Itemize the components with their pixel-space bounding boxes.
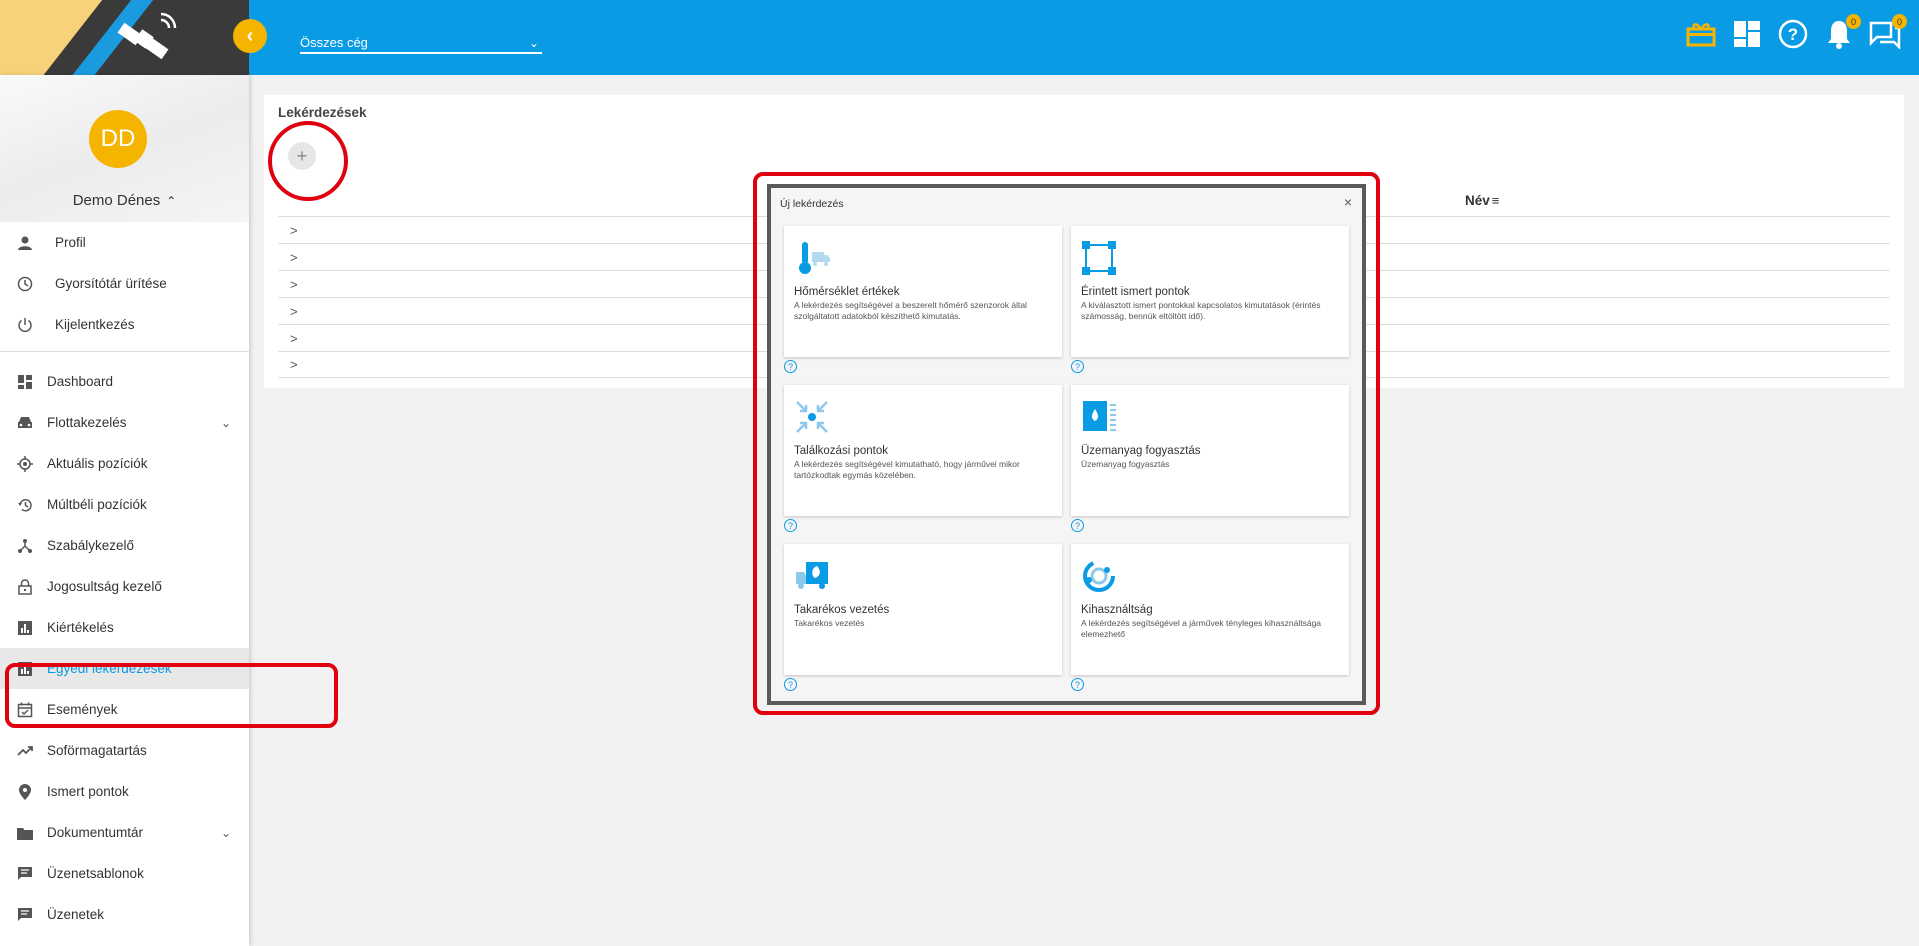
satellite-icon	[117, 12, 177, 60]
highlight-ring-menu-item	[5, 663, 338, 728]
power-icon	[15, 315, 35, 335]
pin-icon	[15, 782, 35, 802]
sidebar: DD Demo Dénes ⌃ Profil Gyorsítótár ürítés…	[0, 75, 249, 946]
message-icon	[15, 905, 35, 925]
column-header-name[interactable]: Név ≡	[1465, 193, 1499, 208]
avatar[interactable]: DD	[89, 110, 147, 168]
dashboard-icon	[15, 372, 35, 392]
rules-icon	[15, 536, 35, 556]
nav-item-label: Aktuális pozíciók	[47, 456, 148, 471]
chevron-left-icon: ‹	[246, 24, 254, 47]
car-icon	[15, 413, 35, 433]
top-actions: ? 0 0	[1685, 14, 1907, 50]
user-name-toggle[interactable]: Demo Dénes ⌃	[0, 192, 249, 209]
nav-item-fleet[interactable]: Flottakezelés ⌄	[0, 402, 249, 443]
nav-item-label: Flottakezelés	[47, 415, 127, 430]
highlight-ring-dialog	[753, 172, 1380, 715]
menu-item-profile[interactable]: Profil	[0, 222, 249, 263]
nav-item-label: Múltbéli pozíciók	[47, 497, 147, 512]
nav-item-permissions[interactable]: Jogosultság kezelő	[0, 566, 249, 607]
main-nav: Dashboard Flottakezelés ⌄ Aktuális pozíc…	[0, 361, 249, 935]
lock-icon	[15, 577, 35, 597]
nav-item-label: Üzenetek	[47, 907, 105, 922]
messages-icon[interactable]: 0	[1869, 14, 1907, 50]
gift-icon[interactable]	[1685, 18, 1717, 50]
menu-item-logout[interactable]: Kijelentkezés	[0, 304, 249, 345]
collapse-sidebar-button[interactable]: ‹	[233, 19, 267, 53]
menu-item-label: Profil	[55, 235, 86, 250]
chevron-up-icon: ⌃	[166, 194, 177, 208]
history-icon	[15, 495, 35, 515]
nav-item-label: Ismert pontok	[47, 784, 129, 799]
nav-item-label: Dashboard	[47, 374, 114, 389]
nav-item-message-templates[interactable]: Üzenetsablonok	[0, 853, 249, 894]
svg-text:?: ?	[1788, 25, 1798, 44]
expand-row-icon[interactable]: >	[290, 223, 298, 238]
nav-item-label: Jogosultság kezelő	[47, 579, 162, 594]
chevron-down-icon: ⌄	[220, 415, 231, 430]
nav-item-driver-behaviour[interactable]: Soförmagatartás	[0, 730, 249, 771]
menu-item-clear-cache[interactable]: Gyorsítótár ürítése	[0, 263, 249, 304]
top-bar: ‹ Összes cég ⌄ ? 0 0	[0, 0, 1919, 75]
messages-badge: 0	[1892, 14, 1907, 29]
company-select-value: Összes cég	[300, 35, 368, 50]
nav-item-documents[interactable]: Dokumentumtár ⌄	[0, 812, 249, 853]
nav-item-past-positions[interactable]: Múltbéli pozíciók	[0, 484, 249, 525]
help-icon[interactable]: ?	[1777, 18, 1809, 50]
sort-icon: ≡	[1491, 193, 1500, 208]
user-menu: Profil Gyorsítótár ürítése Kijelentkezés	[0, 222, 249, 345]
expand-row-icon[interactable]: >	[290, 357, 298, 372]
chart-icon	[15, 618, 35, 638]
expand-row-icon[interactable]: >	[290, 331, 298, 346]
logo	[0, 0, 249, 75]
menu-divider	[0, 351, 249, 352]
expand-row-icon[interactable]: >	[290, 304, 298, 319]
message-icon	[15, 864, 35, 884]
nav-item-rules[interactable]: Szabálykezelő	[0, 525, 249, 566]
highlight-ring-add-button	[268, 121, 348, 201]
nav-item-label: Soförmagatartás	[47, 743, 147, 758]
company-select[interactable]: Összes cég ⌄	[300, 28, 542, 54]
nav-item-label: Szabálykezelő	[47, 538, 135, 553]
person-icon	[15, 233, 35, 253]
notifications-badge: 0	[1846, 14, 1861, 29]
user-profile: DD Demo Dénes ⌃	[0, 75, 249, 222]
trend-icon	[15, 741, 35, 761]
menu-item-label: Kijelentkezés	[55, 317, 135, 332]
nav-item-label: Dokumentumtár	[47, 825, 144, 840]
notifications-icon[interactable]: 0	[1823, 14, 1861, 50]
page-title: Lekérdezések	[278, 105, 367, 120]
nav-item-label: Kiértékelés	[47, 620, 114, 635]
expand-row-icon[interactable]: >	[290, 250, 298, 265]
nav-item-evaluation[interactable]: Kiértékelés	[0, 607, 249, 648]
expand-row-icon[interactable]: >	[290, 277, 298, 292]
user-name: Demo Dénes	[72, 192, 161, 209]
nav-item-known-points[interactable]: Ismert pontok	[0, 771, 249, 812]
dashboard-grid-icon[interactable]	[1731, 18, 1763, 50]
nav-item-label: Üzenetsablonok	[47, 866, 144, 881]
chevron-down-icon: ⌄	[528, 36, 539, 50]
nav-item-dashboard[interactable]: Dashboard	[0, 361, 249, 402]
gps-icon	[15, 454, 35, 474]
folder-icon	[15, 823, 35, 843]
chevron-down-icon: ⌄	[220, 825, 231, 840]
menu-item-label: Gyorsítótár ürítése	[55, 276, 167, 291]
clock-icon	[15, 274, 35, 294]
nav-item-current-positions[interactable]: Aktuális pozíciók	[0, 443, 249, 484]
nav-item-messages[interactable]: Üzenetek	[0, 894, 249, 935]
